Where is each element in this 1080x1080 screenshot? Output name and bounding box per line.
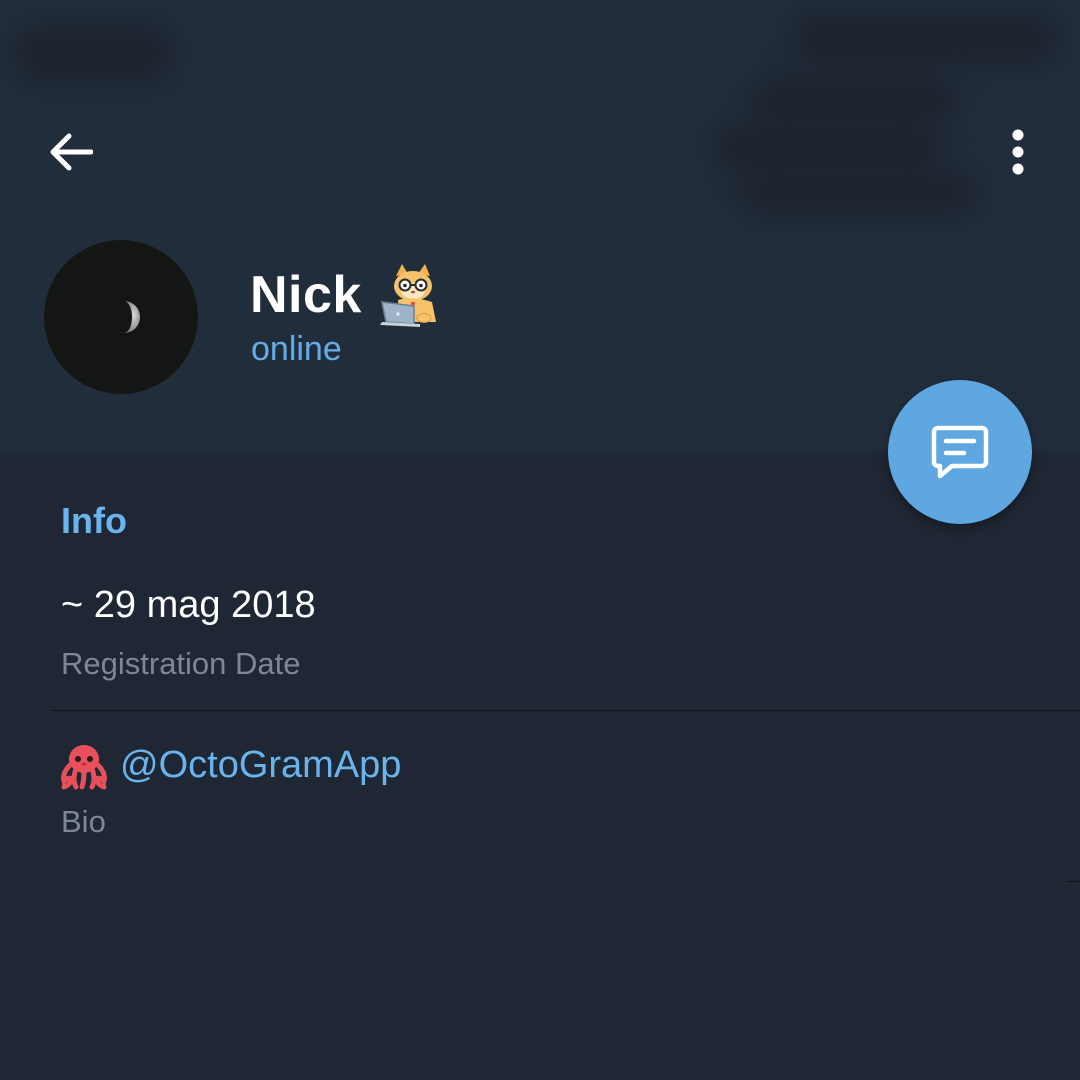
send-message-button[interactable] bbox=[888, 380, 1032, 524]
online-status: online bbox=[251, 330, 342, 368]
blurred-region bbox=[712, 122, 942, 172]
bio-username-link[interactable]: @OctoGramApp bbox=[120, 744, 401, 787]
registration-date-value[interactable]: ~ 29 mag 2018 bbox=[61, 584, 316, 627]
more-options-button[interactable] bbox=[988, 122, 1048, 182]
profile-name: Nick bbox=[250, 262, 446, 328]
profile-header bbox=[0, 0, 1080, 451]
more-vertical-icon bbox=[1012, 129, 1024, 175]
blurred-region bbox=[14, 24, 174, 84]
cat-with-laptop-sticker bbox=[379, 264, 436, 327]
info-section-title: Info bbox=[61, 500, 127, 541]
bio-row[interactable]: @OctoGramApp bbox=[58, 738, 401, 792]
bio-label: Bio bbox=[61, 804, 106, 839]
back-button[interactable] bbox=[40, 122, 100, 182]
blurred-region bbox=[790, 12, 1060, 64]
row-divider bbox=[1066, 881, 1080, 882]
row-divider bbox=[52, 710, 1080, 711]
arrow-left-icon bbox=[50, 133, 93, 171]
profile-screen: Nick online Info ~ 29 mag 2018 Registrat… bbox=[0, 0, 1080, 1080]
registration-date-label: Registration Date bbox=[61, 646, 301, 681]
avatar[interactable] bbox=[44, 240, 198, 394]
profile-name-text: Nick bbox=[250, 266, 362, 324]
blurred-region bbox=[750, 74, 960, 124]
blurred-region bbox=[736, 170, 980, 216]
octopus-emoji bbox=[61, 745, 107, 790]
message-icon bbox=[931, 425, 989, 479]
moon-icon bbox=[124, 301, 140, 333]
